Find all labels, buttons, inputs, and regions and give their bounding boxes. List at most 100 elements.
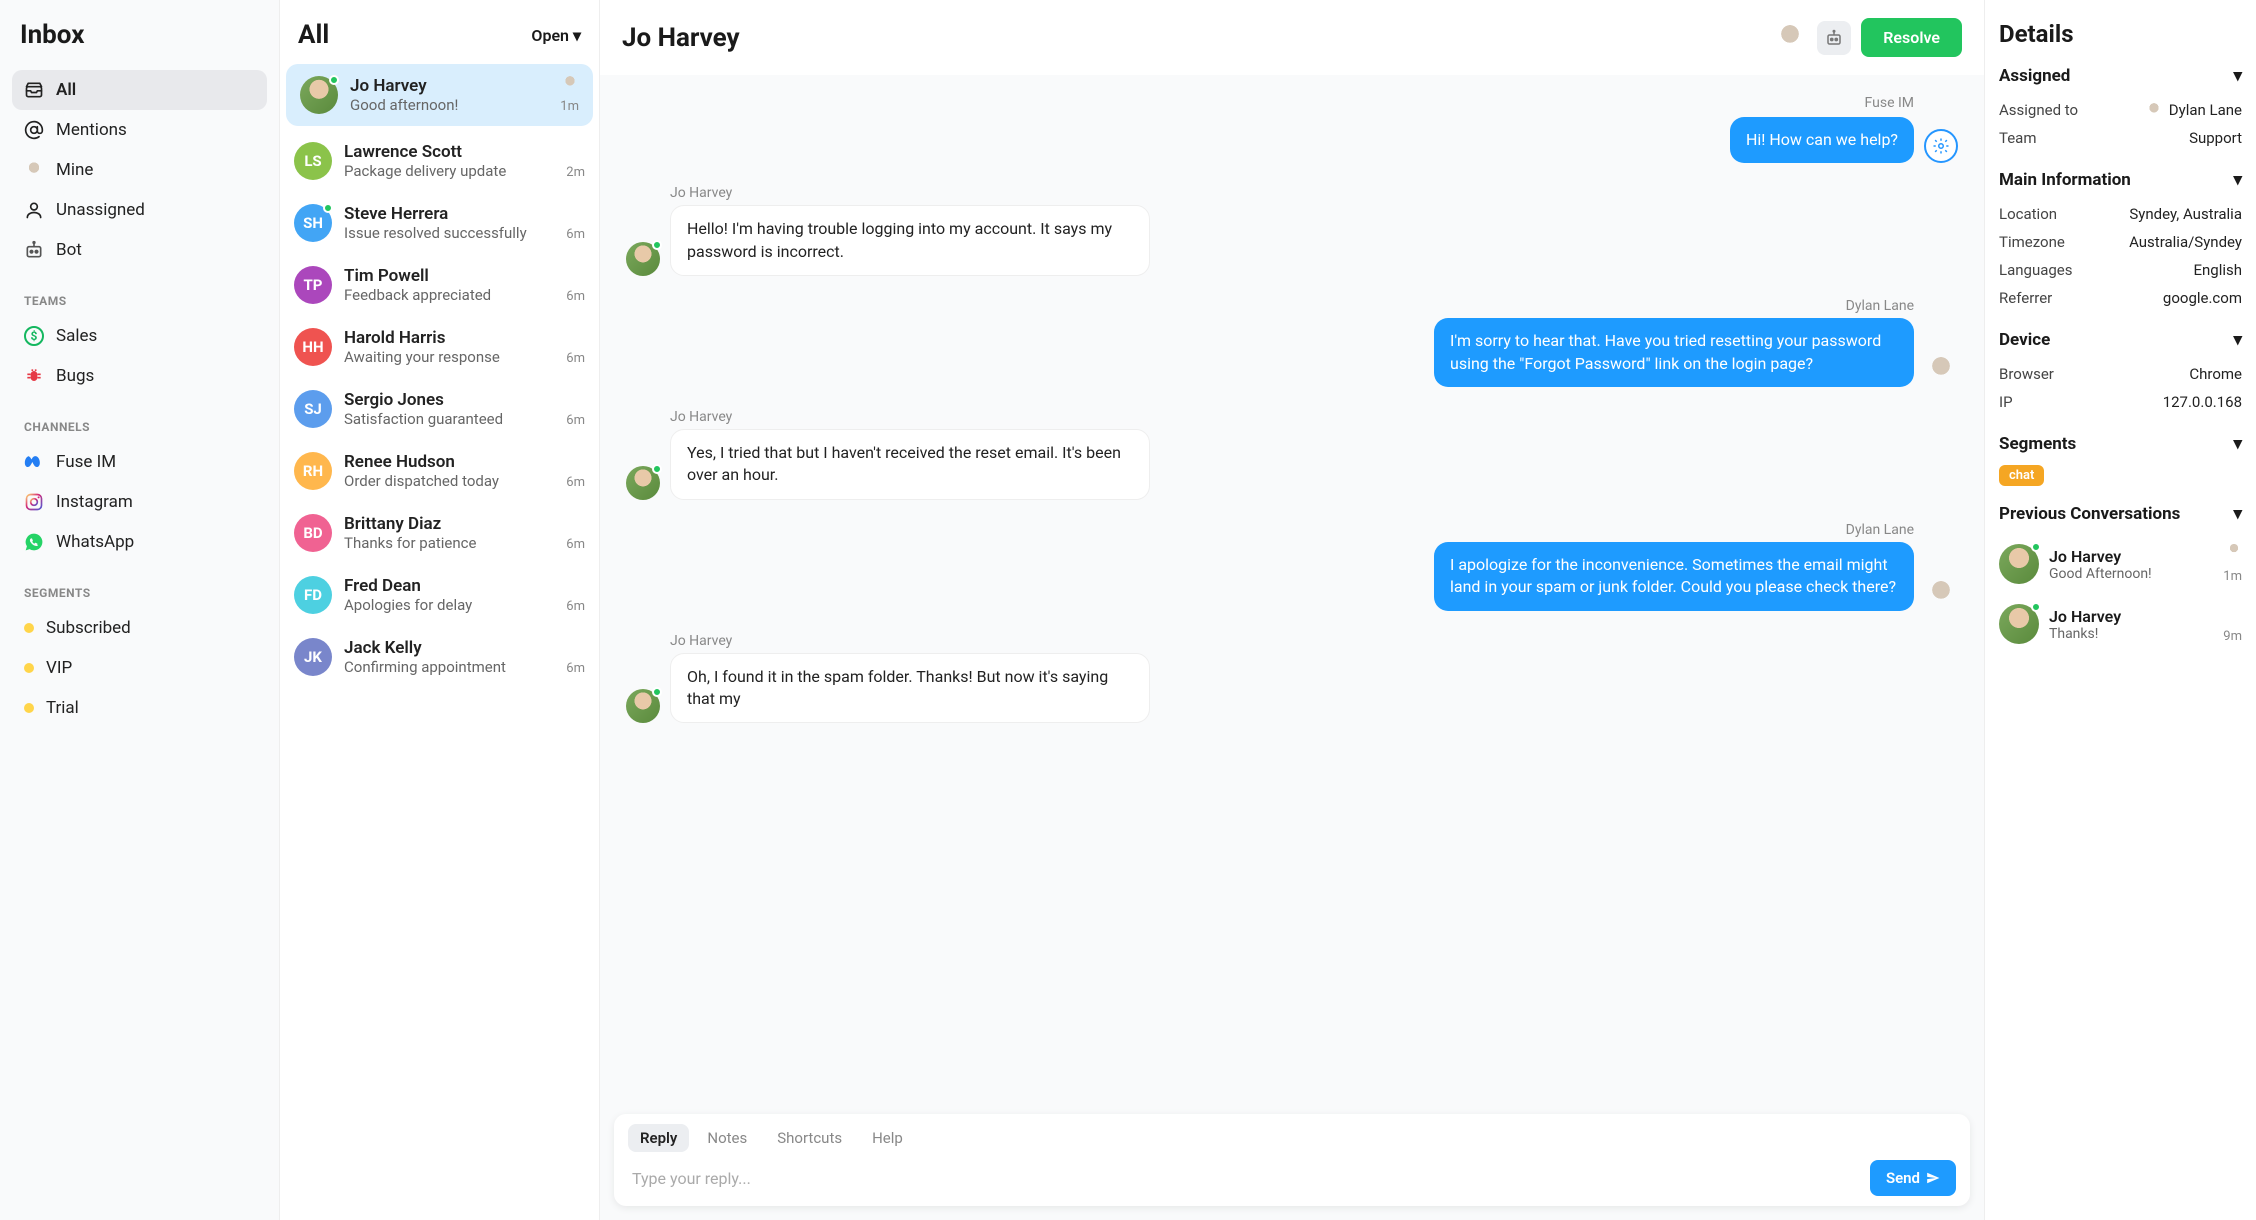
conversation-item[interactable]: TP Tim PowellFeedback appreciated 6m [280, 254, 599, 316]
details-title: Details [1999, 20, 2242, 48]
segment-vip[interactable]: VIP [12, 648, 267, 688]
conversation-item[interactable]: FD Fred DeanApologies for delay 6m [280, 564, 599, 626]
segment-chip[interactable]: chat [1999, 465, 2044, 486]
segment-trial[interactable]: Trial [12, 688, 267, 728]
detail-row: Timezone Australia/Syndey [1999, 228, 2242, 256]
nav-mentions[interactable]: Mentions [12, 110, 267, 150]
segment-subscribed[interactable]: Subscribed [12, 608, 267, 648]
detail-value: Chrome [2189, 365, 2242, 383]
prev-time: 9m [2223, 629, 2242, 644]
composer-tab-help[interactable]: Help [860, 1124, 915, 1152]
user-icon [24, 200, 44, 220]
conversation-item[interactable]: JK Jack KellyConfirming appointment 6m [280, 626, 599, 688]
nav-label: Bugs [56, 366, 94, 386]
previous-conversation[interactable]: Jo HarveyGood Afternoon! 1m [1999, 534, 2242, 594]
conversation-list-panel: All Open ▾ Jo HarveyGood afternoon! 1m L… [280, 0, 600, 1220]
chevron-down-icon: ▾ [2233, 66, 2242, 86]
prev-name: Jo Harvey [2049, 607, 2213, 626]
detail-value: Dylan Lane [2145, 101, 2242, 119]
bot-icon[interactable] [1817, 21, 1851, 55]
conversation-item[interactable]: LS Lawrence ScottPackage delivery update… [280, 130, 599, 192]
composer-tab-notes[interactable]: Notes [695, 1124, 759, 1152]
detail-value: Syndey, Australia [2129, 205, 2242, 223]
teams-label: TEAMS [24, 294, 255, 308]
conversation-name: Sergio Jones [344, 390, 550, 410]
detail-key: Timezone [1999, 233, 2065, 251]
conversation-item[interactable]: SJ Sergio JonesSatisfaction guaranteed 6… [280, 378, 599, 440]
conversation-name: Jack Kelly [344, 638, 550, 658]
conversation-item[interactable]: HH Harold HarrisAwaiting your response 6… [280, 316, 599, 378]
section-prev-conv[interactable]: Previous Conversations▾ [1999, 504, 2242, 524]
segment-dot-icon [24, 623, 34, 633]
nav-label: Mine [56, 160, 93, 180]
conversation-item[interactable]: Jo HarveyGood afternoon! 1m [286, 64, 593, 126]
nav-label: VIP [46, 658, 72, 678]
section-main-info[interactable]: Main Information▾ [1999, 170, 2242, 190]
nav-label: Bot [56, 240, 82, 260]
conv-filter-dropdown[interactable]: Open ▾ [531, 26, 581, 45]
conversation-item[interactable]: RH Renee HudsonOrder dispatched today 6m [280, 440, 599, 502]
section-segments[interactable]: Segments▾ [1999, 434, 2242, 454]
conversation-preview: Feedback appreciated [344, 286, 550, 304]
channels-label: CHANNELS [24, 420, 255, 434]
detail-value: English [2193, 261, 2242, 279]
message-avatar [626, 242, 660, 276]
resolve-button[interactable]: Resolve [1861, 18, 1962, 57]
nav-label: Sales [56, 326, 97, 346]
team-sales[interactable]: $Sales [12, 316, 267, 356]
nav-label: Unassigned [56, 200, 145, 220]
conversation-name: Renee Hudson [344, 452, 550, 472]
presence-indicator [323, 203, 333, 213]
message-sender: Jo Harvey [670, 185, 1150, 201]
nav-unassigned[interactable]: Unassigned [12, 190, 267, 230]
composer-tab-reply[interactable]: Reply [628, 1124, 689, 1152]
reply-input[interactable] [628, 1161, 1860, 1196]
presence-indicator [329, 75, 339, 85]
chevron-down-icon: ▾ [2233, 330, 2242, 350]
detail-value: Australia/Syndey [2129, 233, 2242, 251]
message-sender: Dylan Lane [1434, 298, 1914, 314]
assignee-mini-avatar [2226, 542, 2242, 558]
send-button[interactable]: Send [1870, 1160, 1956, 1196]
nav-all[interactable]: All [12, 70, 267, 110]
presence-indicator [2031, 602, 2041, 612]
conversation-avatar: HH [294, 328, 332, 366]
prev-avatar [1999, 604, 2039, 644]
conversation-time: 6m [566, 413, 585, 428]
meta-icon [24, 452, 44, 472]
message-bubble: I'm sorry to hear that. Have you tried r… [1434, 318, 1914, 387]
message-row: Dylan Lane I'm sorry to hear that. Have y… [626, 298, 1958, 387]
nav-bot[interactable]: Bot [12, 230, 267, 270]
conversation-avatar: SH [294, 204, 332, 242]
composer-tab-shortcuts[interactable]: Shortcuts [765, 1124, 854, 1152]
nav-mine[interactable]: Mine [12, 150, 267, 190]
conversation-time: 6m [566, 599, 585, 614]
section-device[interactable]: Device▾ [1999, 330, 2242, 350]
team-bugs[interactable]: Bugs [12, 356, 267, 396]
section-assigned[interactable]: Assigned▾ [1999, 66, 2242, 86]
nav-label: Mentions [56, 120, 127, 140]
conversation-avatar: RH [294, 452, 332, 490]
segment-dot-icon [24, 703, 34, 713]
nav-label: Fuse IM [56, 452, 116, 472]
previous-conversation[interactable]: Jo HarveyThanks! 9m [1999, 594, 2242, 654]
channel-fuse-im[interactable]: Fuse IM [12, 442, 267, 482]
message-avatar [626, 466, 660, 500]
presence-indicator [652, 240, 662, 250]
conversation-name: Steve Herrera [344, 204, 550, 224]
detail-value: 127.0.0.168 [2163, 393, 2242, 411]
tray-icon [24, 80, 44, 100]
assignee-avatar[interactable] [1773, 21, 1807, 55]
chat-header: Jo Harvey Resolve [600, 0, 1984, 75]
robot-icon [24, 240, 44, 260]
conversation-item[interactable]: SH Steve HerreraIssue resolved successfu… [280, 192, 599, 254]
conversation-avatar: FD [294, 576, 332, 614]
channel-whatsapp[interactable]: WhatsApp [12, 522, 267, 562]
channel-instagram[interactable]: Instagram [12, 482, 267, 522]
nav-label: Subscribed [46, 618, 131, 638]
chevron-down-icon: ▾ [2233, 170, 2242, 190]
conversation-item[interactable]: BD Brittany DiazThanks for patience 6m [280, 502, 599, 564]
conversation-preview: Thanks for patience [344, 534, 550, 552]
conversation-avatar: SJ [294, 390, 332, 428]
conversation-name: Jo Harvey [350, 76, 544, 96]
